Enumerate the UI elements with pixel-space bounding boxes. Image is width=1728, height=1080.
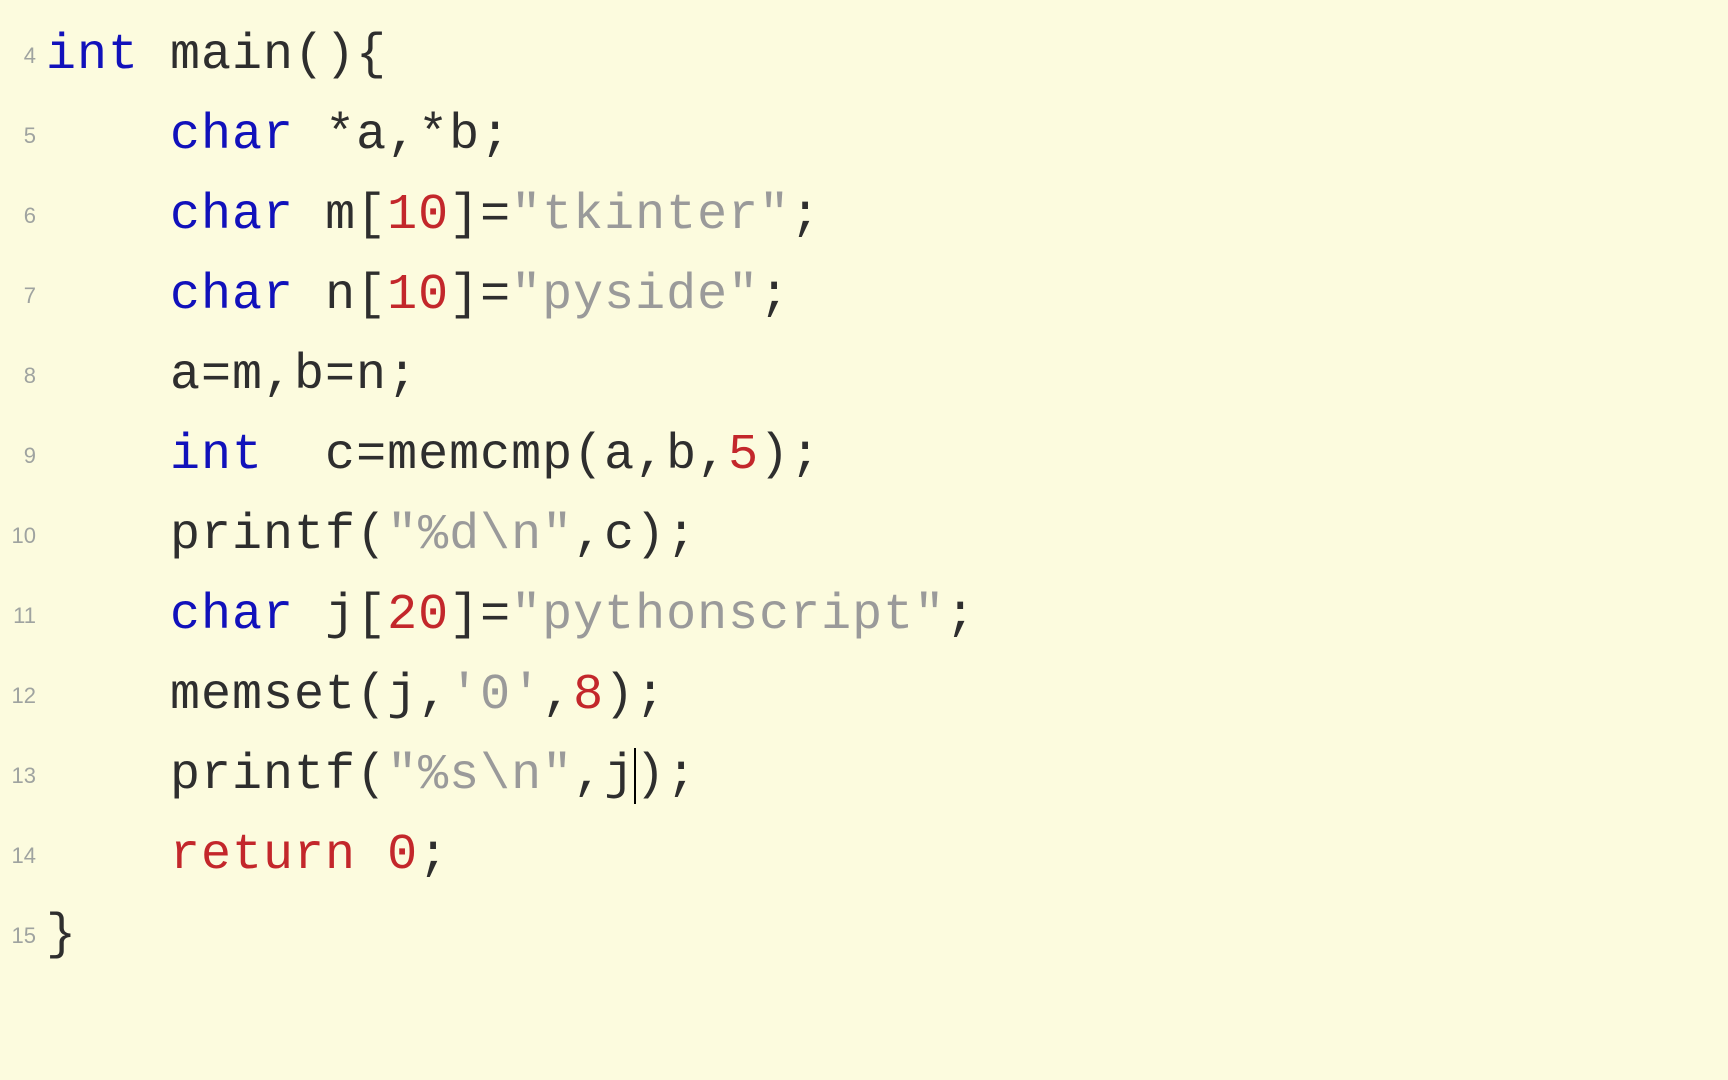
code-token: "%s\n" xyxy=(387,736,573,816)
line-number: 11 xyxy=(13,576,36,656)
code-line[interactable]: int main(){ xyxy=(46,16,1728,96)
code-token: 10 xyxy=(387,176,449,256)
code-token: int xyxy=(170,416,263,496)
code-token: (){ xyxy=(294,16,387,96)
line-number-gutter: 456789101112131415 xyxy=(0,0,40,1080)
code-token: ,c); xyxy=(573,496,697,576)
line-number: 7 xyxy=(24,256,36,336)
code-line[interactable]: char n[10]="pyside"; xyxy=(46,256,1728,336)
code-token: 10 xyxy=(387,256,449,336)
line-number: 8 xyxy=(24,336,36,416)
code-token: 8 xyxy=(573,656,604,736)
code-token: [ xyxy=(356,576,387,656)
code-token: =memcmp(a,b, xyxy=(356,416,728,496)
code-token: n xyxy=(294,256,356,336)
code-token: "tkinter" xyxy=(511,176,790,256)
line-number: 9 xyxy=(24,416,36,496)
code-token: memset xyxy=(46,656,356,736)
code-token: ; xyxy=(418,816,449,896)
code-token: j xyxy=(294,576,356,656)
code-token: printf xyxy=(46,496,356,576)
code-token: ); xyxy=(604,656,666,736)
code-token: [ xyxy=(356,176,387,256)
code-token: , xyxy=(542,656,573,736)
line-number: 6 xyxy=(24,176,36,256)
code-token: *a,*b; xyxy=(294,96,511,176)
line-number: 10 xyxy=(12,496,36,576)
code-editor[interactable]: 456789101112131415 int main(){ char *a,*… xyxy=(0,0,1728,1080)
code-line[interactable]: char m[10]="tkinter"; xyxy=(46,176,1728,256)
code-token: ]= xyxy=(449,576,511,656)
code-token: main xyxy=(139,16,294,96)
code-token xyxy=(46,416,170,496)
code-line[interactable]: return 0; xyxy=(46,816,1728,896)
code-token: 20 xyxy=(387,576,449,656)
code-token: int xyxy=(46,16,139,96)
code-token: "%d\n" xyxy=(387,496,573,576)
line-number: 14 xyxy=(12,816,36,896)
line-number: 13 xyxy=(12,736,36,816)
code-token: } xyxy=(46,896,77,976)
code-token xyxy=(46,96,170,176)
line-number: 4 xyxy=(24,16,36,96)
code-line[interactable]: char *a,*b; xyxy=(46,96,1728,176)
code-token: a=m,b=n; xyxy=(46,336,418,416)
code-token: (j, xyxy=(356,656,449,736)
code-line[interactable]: printf("%d\n",c); xyxy=(46,496,1728,576)
code-token: char xyxy=(170,256,294,336)
code-token: 5 xyxy=(728,416,759,496)
code-token: ; xyxy=(759,256,790,336)
code-token xyxy=(356,816,387,896)
code-token: 0 xyxy=(387,816,418,896)
code-token: '0' xyxy=(449,656,542,736)
code-token: ]= xyxy=(449,256,511,336)
code-token: ]= xyxy=(449,176,511,256)
code-token: ( xyxy=(356,496,387,576)
code-line[interactable]: memset(j,'0',8); xyxy=(46,656,1728,736)
code-line[interactable]: } xyxy=(46,896,1728,976)
code-token: c xyxy=(263,416,356,496)
code-token: char xyxy=(170,96,294,176)
code-line[interactable]: int c=memcmp(a,b,5); xyxy=(46,416,1728,496)
code-token: ); xyxy=(635,736,697,816)
code-token: "pythonscript" xyxy=(511,576,945,656)
code-token xyxy=(46,176,170,256)
code-token: printf xyxy=(46,736,356,816)
code-token: ); xyxy=(759,416,821,496)
code-area[interactable]: int main(){ char *a,*b; char m[10]="tkin… xyxy=(40,0,1728,1080)
code-token: return xyxy=(170,816,356,896)
code-token: ,j xyxy=(573,736,635,816)
code-token: ; xyxy=(790,176,821,256)
line-number: 15 xyxy=(12,896,36,976)
code-token xyxy=(46,256,170,336)
code-token: char xyxy=(170,176,294,256)
code-token: m xyxy=(294,176,356,256)
code-token xyxy=(46,576,170,656)
line-number: 5 xyxy=(24,96,36,176)
code-token: "pyside" xyxy=(511,256,759,336)
code-line[interactable]: printf("%s\n",j); xyxy=(46,736,1728,816)
code-token: ; xyxy=(945,576,976,656)
code-token: ( xyxy=(356,736,387,816)
code-line[interactable]: a=m,b=n; xyxy=(46,336,1728,416)
line-number: 12 xyxy=(12,656,36,736)
code-token: [ xyxy=(356,256,387,336)
code-token xyxy=(46,816,170,896)
code-token: char xyxy=(170,576,294,656)
code-line[interactable]: char j[20]="pythonscript"; xyxy=(46,576,1728,656)
